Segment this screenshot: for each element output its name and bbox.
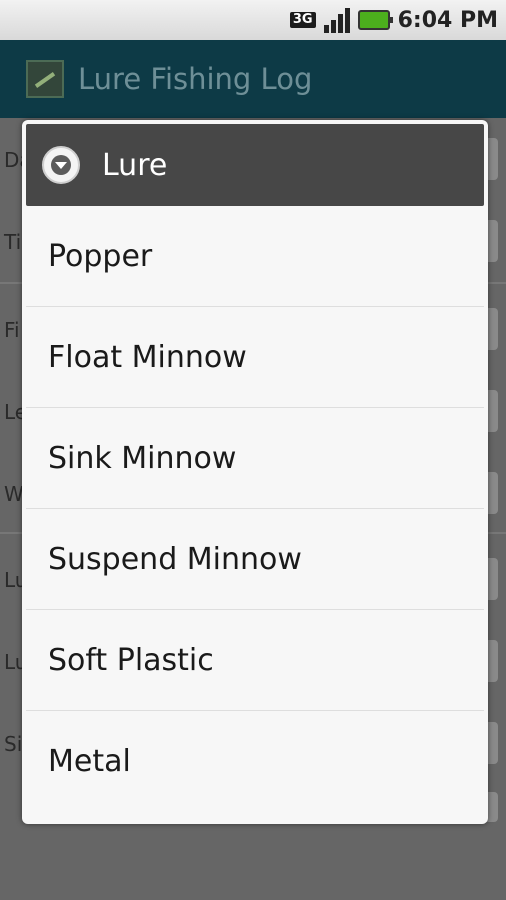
network-type-icon: 3G xyxy=(289,12,316,28)
form-label-fish: Fi xyxy=(4,318,20,342)
lure-option-metal[interactable]: Metal xyxy=(26,711,484,812)
dropdown-arrow-icon xyxy=(42,146,80,184)
status-bar: 3G 6:04 PM xyxy=(0,0,506,40)
lure-option-sink-minnow[interactable]: Sink Minnow xyxy=(26,408,484,509)
form-label-size: Si xyxy=(4,732,23,756)
dialog-title: Lure xyxy=(102,147,168,183)
lure-option-suspend-minnow[interactable]: Suspend Minnow xyxy=(26,509,484,610)
app-title-bar: Lure Fishing Log xyxy=(0,40,506,118)
lure-option-soft-plastic[interactable]: Soft Plastic xyxy=(26,610,484,711)
status-time: 6:04 PM xyxy=(397,7,498,33)
battery-charging-icon xyxy=(357,10,393,30)
form-label-weight: W xyxy=(4,482,24,506)
dialog-header: Lure xyxy=(26,124,484,206)
lure-options-list: Popper Float Minnow Sink Minnow Suspend … xyxy=(26,206,484,812)
app-logo-icon xyxy=(26,60,64,98)
form-label-time: Ti xyxy=(4,230,22,254)
lure-option-popper[interactable]: Popper xyxy=(26,206,484,307)
signal-strength-icon xyxy=(323,7,350,33)
lure-option-float-minnow[interactable]: Float Minnow xyxy=(26,307,484,408)
lure-picker-dialog: Lure Popper Float Minnow Sink Minnow Sus… xyxy=(22,120,488,824)
app-title: Lure Fishing Log xyxy=(78,62,313,96)
